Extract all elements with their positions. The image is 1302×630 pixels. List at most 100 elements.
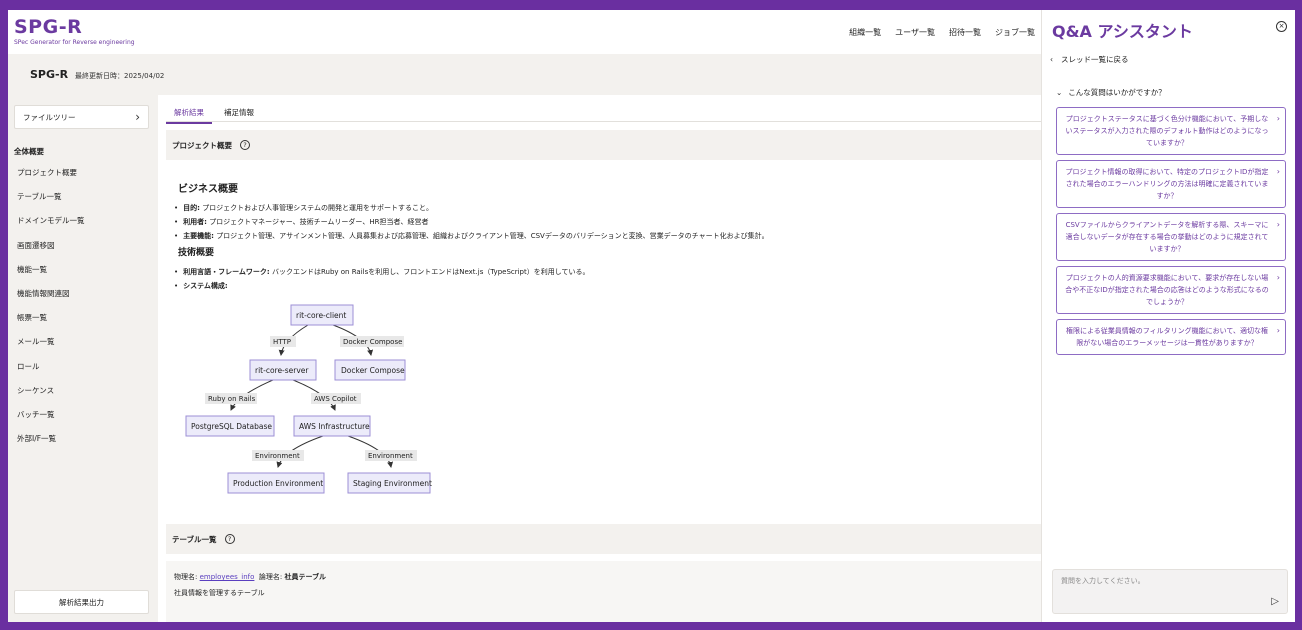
help-icon[interactable]: ? [240,140,250,150]
sidebar-item-feature-relations[interactable]: 機能情報関連図 [17,288,85,312]
project-name: SPG-R [30,68,69,81]
suggestion-card[interactable]: プロジェクトステータスに基づく色分け機能において、予期しないステータスが入力され… [1056,107,1286,155]
node-docker-compose: Docker Compose [334,359,406,381]
qa-title: Q&A アシスタント [1052,22,1193,41]
sidebar: ファイルツリー › 全体概要 プロジェクト概要 テーブル一覧 ドメインモデル一覧… [8,95,158,622]
tab-divider [166,121,1041,122]
suggestion-text: CSVファイルからクライアントデータを解析する際、スキーマに適合しないデータが存… [1065,221,1269,253]
sidebar-item-roles[interactable]: ロール [17,361,85,385]
nav-invitations[interactable]: 招待一覧 [949,27,981,38]
suggestion-text: 権限による従業員情報のフィルタリング機能において、適切な権限がない場合のエラーメ… [1065,327,1269,347]
sidebar-item-tables[interactable]: テーブル一覧 [17,191,85,215]
logical-name: 社員テーブル [284,573,327,581]
list-item: 利用言語・フレームワーク: バックエンドはRuby on Railsを利用し、フ… [174,267,590,281]
business-heading: ビジネス概要 [178,184,238,195]
system-architecture-diagram: HTTP Docker Compose Ruby on Rails AWS Co… [185,304,432,494]
list-item: 目的: プロジェクトおよび人事管理システムの開発と運用をサポートすること。 [174,203,769,217]
last-updated: 最終更新日時：2025/04/02 [75,72,165,80]
node-staging-environment: Staging Environment [347,472,432,494]
project-header: SPG-R 最終更新日時：2025/04/02 [8,54,1041,95]
chevron-right-icon: › [135,110,140,124]
business-list: 目的: プロジェクトおよび人事管理システムの開発と運用をサポートすること。 利用… [174,203,769,245]
sidebar-section-title: 全体概要 [14,147,44,156]
export-results-button[interactable]: 解析結果出力 [14,590,149,614]
logo[interactable]: SPG-R [14,16,82,38]
bullet-label: 利用言語・フレームワーク: [183,268,270,276]
table-entry: 物理名: employees_info 論理名: 社員テーブル 社員情報を管理す… [166,561,1041,622]
edge-label: Environment [252,450,304,461]
physical-name-label: 物理名: [174,573,198,581]
node-aws-infrastructure: AWS Infrastructure [293,415,371,437]
suggestion-card[interactable]: CSVファイルからクライアントデータを解析する際、スキーマに適合しないデータが存… [1056,213,1286,261]
node-production-environment: Production Environment [227,472,325,494]
suggestion-card[interactable]: プロジェクトの人的資源要求機能において、要求が存在しない場合や不正なIDが指定さ… [1056,266,1286,314]
app-frame: SPG-R SPec Generator for Reverse enginee… [8,10,1295,622]
edge-label: Environment [365,450,417,461]
chevron-right-icon: › [1276,167,1280,176]
question-placeholder: 質問を入力してください。 [1061,577,1145,585]
svg-text:AWS Copilot: AWS Copilot [314,395,357,403]
chevron-down-icon: ⌄ [1056,88,1063,97]
sidebar-items: プロジェクト概要 テーブル一覧 ドメインモデル一覧 画面遷移図 機能一覧 機能情… [17,167,85,457]
svg-text:Ruby on Rails: Ruby on Rails [208,395,256,403]
bullet-label: 主要機能: [183,232,214,240]
chevron-right-icon: › [1276,273,1280,282]
svg-text:AWS Infrastructure: AWS Infrastructure [299,422,370,431]
svg-text:Environment: Environment [368,452,413,460]
logo-subtitle: SPec Generator for Reverse engineering [14,39,135,46]
file-tree-button[interactable]: ファイルツリー › [14,105,149,129]
svg-text:Environment: Environment [255,452,300,460]
question-input[interactable]: 質問を入力してください。 ▷ [1052,569,1288,614]
chevron-left-icon: ‹ [1050,55,1053,64]
svg-text:Docker Compose: Docker Compose [341,366,405,375]
bullet-text: バックエンドはRuby on Railsを利用し、フロントエンドはNext.js… [271,268,590,276]
edge-label: AWS Copilot [311,393,361,404]
bullet-text: プロジェクトマネージャー、技術チームリーダー、HR担当者、経営者 [209,218,429,226]
suggestion-card[interactable]: 権限による従業員情報のフィルタリング機能において、適切な権限がない場合のエラーメ… [1056,319,1286,355]
sidebar-item-sequences[interactable]: シーケンス [17,385,85,409]
bullet-label: 利用者: [183,218,207,226]
edge-label: Ruby on Rails [205,393,257,404]
back-to-threads[interactable]: ‹ スレッド一覧に戻る [1050,54,1129,65]
send-icon[interactable]: ▷ [1271,596,1279,607]
chevron-right-icon: › [1276,220,1280,229]
nav-users[interactable]: ユーザ一覧 [895,27,935,38]
sidebar-item-project-overview[interactable]: プロジェクト概要 [17,167,85,191]
bullet-label: システム構成: [183,282,228,290]
suggestions-toggle[interactable]: ⌄ こんな質問はいかがですか？ [1056,87,1166,98]
table-name-line: 物理名: employees_info 論理名: 社員テーブル [174,572,326,582]
svg-text:Docker Compose: Docker Compose [343,338,402,346]
close-icon[interactable]: × [1276,21,1287,32]
nav-jobs[interactable]: ジョブ一覧 [995,27,1035,38]
table-description: 社員情報を管理するテーブル [174,589,265,597]
back-label: スレッド一覧に戻る [1061,55,1129,64]
list-item: システム構成: [174,281,590,295]
svg-text:HTTP: HTTP [273,338,291,346]
chevron-right-icon: › [1276,326,1280,335]
svg-text:PostgreSQL Database: PostgreSQL Database [191,422,272,431]
node-rit-core-server: rit-core-server [249,359,317,381]
node-rit-core-client: rit-core-client [290,304,354,326]
node-postgresql: PostgreSQL Database [185,415,275,437]
suggestion-list: プロジェクトステータスに基づく色分け機能において、予期しないステータスが入力され… [1056,107,1286,360]
sidebar-item-screen-transitions[interactable]: 画面遷移図 [17,240,85,264]
sidebar-item-mails[interactable]: メール一覧 [17,336,85,360]
table-list-title: テーブル一覧 [172,534,217,544]
bullet-label: 目的: [183,204,200,212]
sidebar-item-batches[interactable]: バッチ一覧 [17,409,85,433]
suggestion-card[interactable]: プロジェクト情報の取得において、特定のプロジェクトIDが指定された場合のエラーハ… [1056,160,1286,208]
suggestion-text: プロジェクト情報の取得において、特定のプロジェクトIDが指定された場合のエラーハ… [1065,168,1269,200]
nav-organizations[interactable]: 組織一覧 [849,27,881,38]
physical-name-link[interactable]: employees_info [200,573,255,581]
sidebar-item-external-if[interactable]: 外部I/F一覧 [17,433,85,457]
sidebar-item-domain-models[interactable]: ドメインモデル一覧 [17,215,85,239]
sidebar-item-features[interactable]: 機能一覧 [17,264,85,288]
top-nav: 組織一覧 ユーザ一覧 招待一覧 ジョブ一覧 [849,27,1035,38]
tech-list: 利用言語・フレームワーク: バックエンドはRuby on Railsを利用し、フ… [174,267,590,295]
qa-panel: Q&A アシスタント × ‹ スレッド一覧に戻る ⌄ こんな質問はいかがですか？… [1041,10,1295,622]
help-icon[interactable]: ? [224,534,235,544]
svg-text:Staging Environment: Staging Environment [353,479,432,488]
sidebar-item-reports[interactable]: 帳票一覧 [17,312,85,336]
tech-heading: 技術概要 [178,248,215,258]
header: SPG-R SPec Generator for Reverse enginee… [8,10,1041,54]
